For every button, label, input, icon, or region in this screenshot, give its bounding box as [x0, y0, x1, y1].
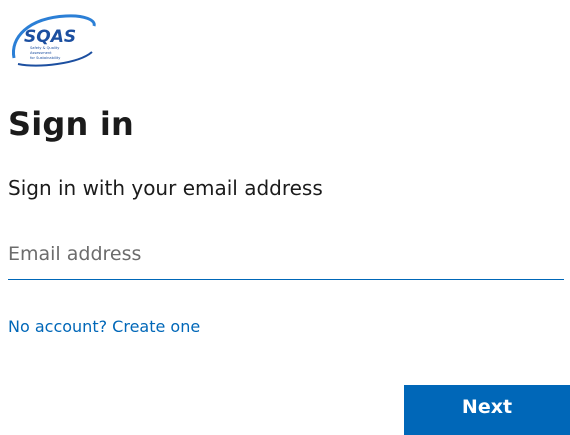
- logo-tagline-1: Safety & Quality: [30, 46, 60, 50]
- logo-tagline-3: for Sustainability: [30, 56, 61, 60]
- sqas-logo: SQAS Safety & Quality Assessment for Sus…: [8, 8, 100, 70]
- create-account-link[interactable]: No account? Create one: [8, 316, 200, 338]
- page-title: Sign in: [8, 105, 134, 143]
- sqas-logo-graphic: SQAS Safety & Quality Assessment for Sus…: [11, 14, 96, 67]
- sign-in-subtitle: Sign in with your email address: [8, 176, 323, 200]
- email-input[interactable]: [8, 236, 564, 280]
- logo-tagline-2: Assessment: [30, 51, 52, 55]
- next-button[interactable]: Next: [404, 385, 570, 435]
- logo-wordmark: SQAS: [24, 27, 76, 47]
